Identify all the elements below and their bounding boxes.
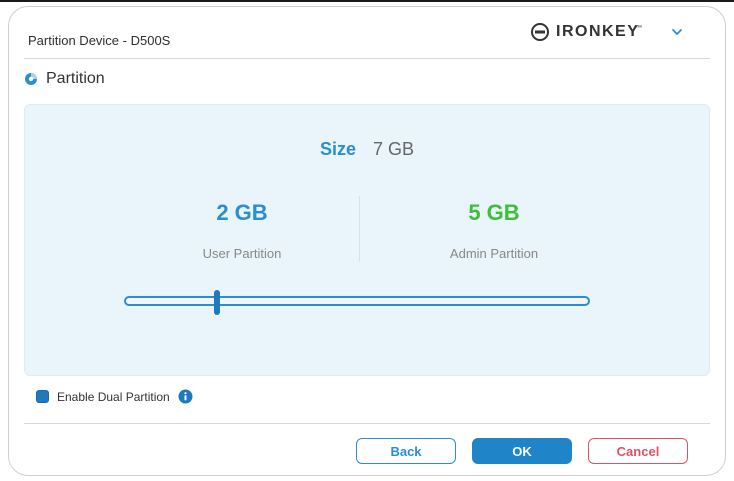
partition-icon <box>25 73 37 85</box>
top-border <box>0 0 734 2</box>
brand-logo: IRONKEY™ <box>530 22 644 42</box>
info-icon[interactable] <box>178 389 193 404</box>
cancel-button[interactable]: Cancel <box>588 438 688 464</box>
dual-partition-checkbox[interactable] <box>36 390 49 403</box>
partition-slider-handle[interactable] <box>214 290 221 315</box>
section-title: Partition <box>46 70 105 87</box>
admin-partition-size: 5 GB <box>468 200 520 225</box>
back-button[interactable]: Back <box>356 438 456 464</box>
window-title: Partition Device - D500S <box>28 33 171 48</box>
chevron-down-icon[interactable] <box>670 25 684 39</box>
section-header: Partition <box>24 70 105 88</box>
admin-partition-label: Admin Partition <box>449 246 539 261</box>
header-divider <box>24 58 710 59</box>
size-value: 7 GB <box>373 139 415 159</box>
ok-button[interactable]: OK <box>472 438 572 464</box>
size-label: Size <box>319 139 356 159</box>
dual-partition-option: Enable Dual Partition <box>36 389 193 404</box>
partition-divider <box>359 196 360 262</box>
user-partition-size: 2 GB <box>216 200 268 225</box>
partition-slider[interactable] <box>124 296 590 306</box>
ironkey-logo-icon <box>531 23 549 41</box>
dual-partition-label[interactable]: Enable Dual Partition <box>57 390 170 404</box>
brand-name: IRONKEY™ <box>556 23 644 40</box>
footer-divider <box>24 423 710 424</box>
user-partition-label: User Partition <box>202 246 282 261</box>
size-row: Size 7 GB <box>0 139 734 160</box>
